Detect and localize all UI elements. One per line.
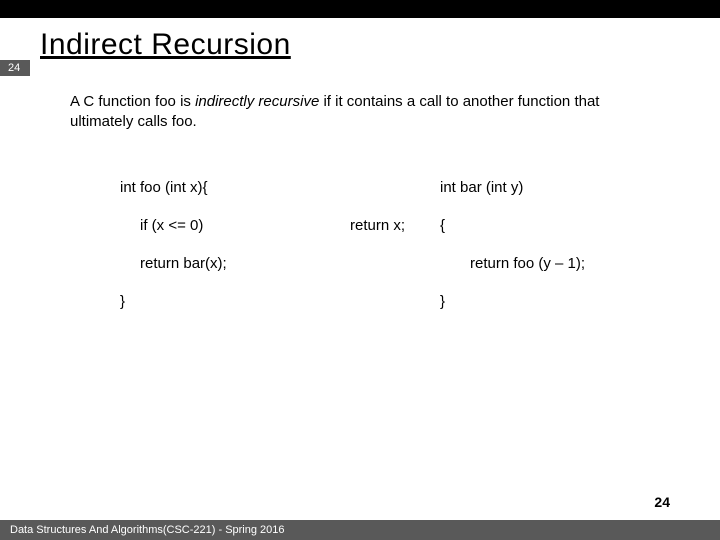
para-pre: A C function foo is (70, 93, 195, 110)
foo-if: if (x <= 0) (120, 216, 340, 236)
description-paragraph: A C function foo is indirectly recursive… (70, 92, 660, 133)
footer-bar: Data Structures And Algorithms(CSC-221) … (0, 520, 720, 540)
foo-return-bar: return bar(x); (120, 254, 340, 274)
para-emphasis: indirectly recursive (195, 93, 319, 110)
page-number: 24 (654, 494, 670, 510)
foo-decl: int foo (int x){ (120, 178, 340, 198)
content-area: A C function foo is indirectly recursive… (0, 62, 720, 313)
foo-close: } (120, 292, 340, 312)
foo-return-x: return x; (350, 216, 430, 236)
code-block: int foo (int x){ int bar (int y) if (x <… (70, 178, 660, 313)
bar-return-foo: return foo (y – 1); (440, 254, 660, 274)
title-area: Indirect Recursion (0, 18, 720, 62)
bar-close: } (440, 292, 660, 312)
slide-badge: 24 (0, 60, 30, 76)
slide-title: Indirect Recursion (40, 28, 720, 62)
top-bar (0, 0, 720, 18)
bar-decl: int bar (int y) (440, 178, 660, 198)
bar-open: { (440, 216, 660, 236)
